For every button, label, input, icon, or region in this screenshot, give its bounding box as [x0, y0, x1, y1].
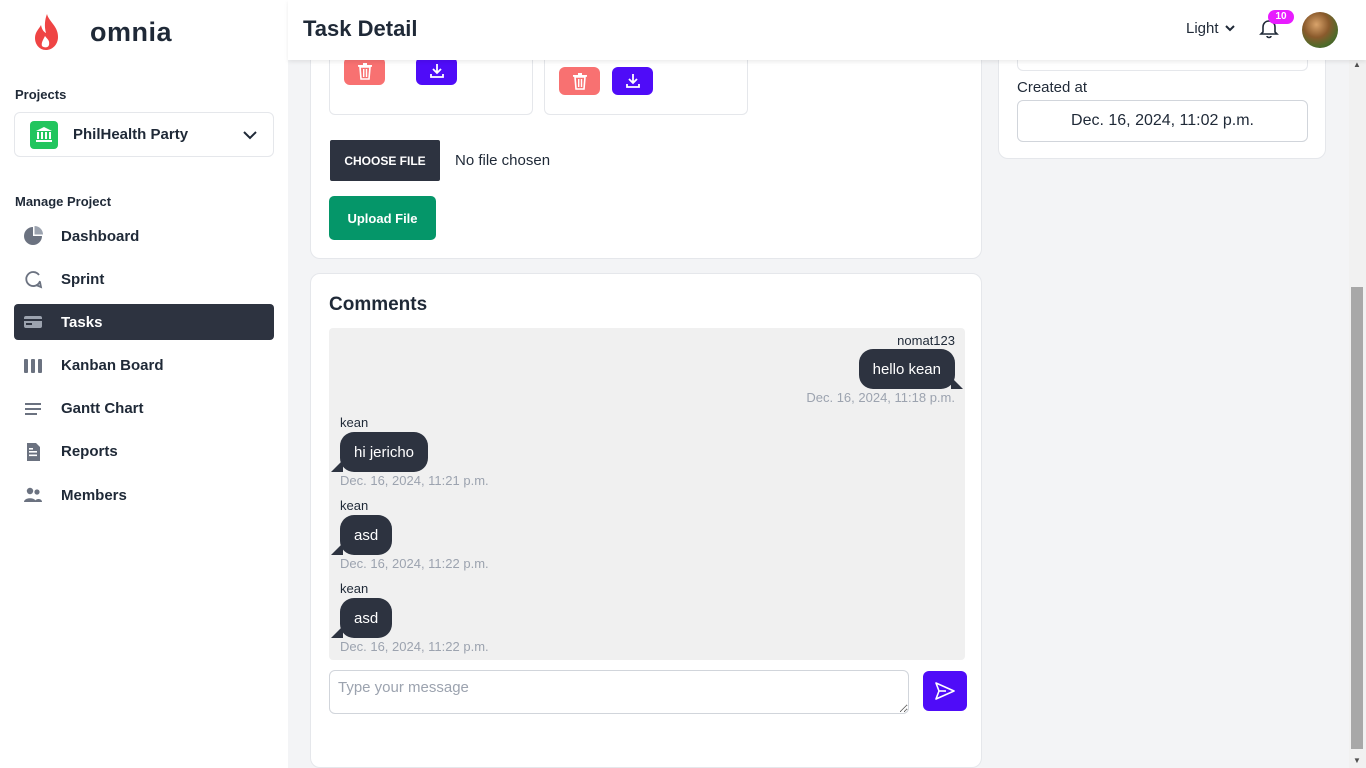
scroll-down-arrow-icon[interactable]: ▼: [1353, 756, 1361, 765]
delete-attachment-button[interactable]: [344, 57, 385, 85]
sidebar-item-sprint[interactable]: Sprint: [14, 261, 274, 297]
theme-select[interactable]: Light: [1186, 20, 1235, 37]
sidebar-item-label: Members: [61, 486, 127, 504]
sidebar-item-label: Kanban Board: [61, 357, 164, 375]
message-bubble: hi jericho: [340, 432, 429, 472]
sidebar-item-label: Tasks: [61, 313, 103, 331]
send-icon: [935, 682, 955, 700]
bank-icon: [30, 120, 58, 149]
bubble-tail: [331, 460, 343, 472]
message-author: kean: [340, 498, 369, 513]
message-bubble: asd: [340, 515, 393, 555]
sidebar-item-reports[interactable]: Reports: [14, 434, 274, 470]
bubble-tail: [951, 377, 963, 389]
kanban-columns-icon: [22, 355, 44, 377]
message-author: nomat123: [897, 333, 955, 348]
members-group-icon: [22, 484, 44, 506]
flame-icon: [35, 14, 58, 50]
message-timestamp: Dec. 16, 2024, 11:22 p.m.: [340, 639, 489, 654]
chevron-down-icon: [243, 130, 257, 139]
scrollbar-thumb[interactable]: [1351, 287, 1363, 749]
choose-file-button[interactable]: CHOOSE FILE: [330, 140, 440, 181]
comments-title: Comments: [329, 294, 428, 315]
page-title: Task Detail: [303, 16, 418, 41]
sidebar-item-gantt-chart[interactable]: Gantt Chart: [14, 391, 274, 427]
file-input-status: No file chosen: [455, 152, 551, 169]
sidebar-nav: Dashboard Sprint Tasks Kanban Board Gant…: [14, 218, 274, 520]
scroll-up-arrow-icon[interactable]: ▲: [1353, 60, 1361, 69]
download-icon: [625, 74, 640, 88]
project-select-value: PhilHealth Party: [73, 126, 189, 143]
brand[interactable]: omnia: [30, 12, 172, 52]
sidebar-item-label: Sprint: [61, 270, 105, 288]
send-message-button[interactable]: [923, 671, 967, 711]
notification-count-badge: 10: [1268, 10, 1294, 24]
chat-thread[interactable]: nomat123 hello kean Dec. 16, 2024, 11:18…: [329, 328, 965, 660]
gantt-lines-icon: [22, 398, 44, 420]
chevron-down-icon: [1224, 25, 1235, 32]
pie-chart-icon: [22, 225, 44, 247]
sidebar-item-kanban-board[interactable]: Kanban Board: [14, 348, 274, 384]
manage-project-section-label: Manage Project: [15, 194, 112, 209]
attachments-card: CHOOSE FILE No file chosen Upload File: [310, 40, 982, 259]
comments-card: Comments nomat123 hello kean Dec. 16, 20…: [310, 273, 982, 768]
page-scrollbar[interactable]: ▲ ▼: [1349, 60, 1366, 768]
trash-icon: [357, 63, 372, 80]
sidebar-item-dashboard[interactable]: Dashboard: [14, 218, 274, 254]
sidebar-item-label: Reports: [61, 443, 118, 461]
theme-select-value: Light: [1186, 20, 1219, 37]
sprint-cycle-icon: [22, 268, 44, 290]
file-input[interactable]: CHOOSE FILE No file chosen: [330, 140, 550, 181]
download-icon: [429, 64, 444, 78]
bubble-tail: [331, 543, 343, 555]
sidebar-item-label: Dashboard: [61, 227, 140, 245]
projects-section-label: Projects: [15, 87, 67, 102]
message-input[interactable]: [329, 670, 909, 714]
created-at-value: Dec. 16, 2024, 11:02 p.m.: [1017, 100, 1308, 142]
brand-name: omnia: [90, 16, 173, 47]
message-bubble: asd: [340, 598, 393, 638]
delete-attachment-button[interactable]: [559, 67, 600, 95]
trash-icon: [572, 73, 587, 90]
message-author: kean: [340, 415, 369, 430]
download-attachment-button[interactable]: [612, 67, 653, 95]
upload-file-button[interactable]: Upload File: [329, 196, 436, 240]
report-document-icon: [22, 441, 44, 463]
created-at-label: Created at: [1017, 79, 1088, 96]
tasks-card-icon: [22, 311, 44, 333]
message-timestamp: Dec. 16, 2024, 11:18 p.m.: [806, 390, 955, 405]
message-timestamp: Dec. 16, 2024, 11:21 p.m.: [340, 473, 489, 488]
sidebar-item-tasks[interactable]: Tasks: [14, 304, 274, 341]
message-timestamp: Dec. 16, 2024, 11:22 p.m.: [340, 556, 489, 571]
message-bubble: hello kean: [858, 349, 955, 389]
user-avatar[interactable]: [1302, 12, 1338, 48]
sidebar-item-label: Gantt Chart: [61, 400, 144, 418]
message-author: kean: [340, 581, 369, 596]
sidebar: omnia Projects PhilHealth Party Manage P…: [0, 0, 288, 768]
download-attachment-button[interactable]: [416, 57, 457, 85]
bubble-tail: [331, 626, 343, 638]
sidebar-item-members[interactable]: Members: [14, 477, 274, 513]
project-select[interactable]: PhilHealth Party: [14, 112, 274, 157]
top-header: Task Detail Light 10: [288, 0, 1366, 60]
